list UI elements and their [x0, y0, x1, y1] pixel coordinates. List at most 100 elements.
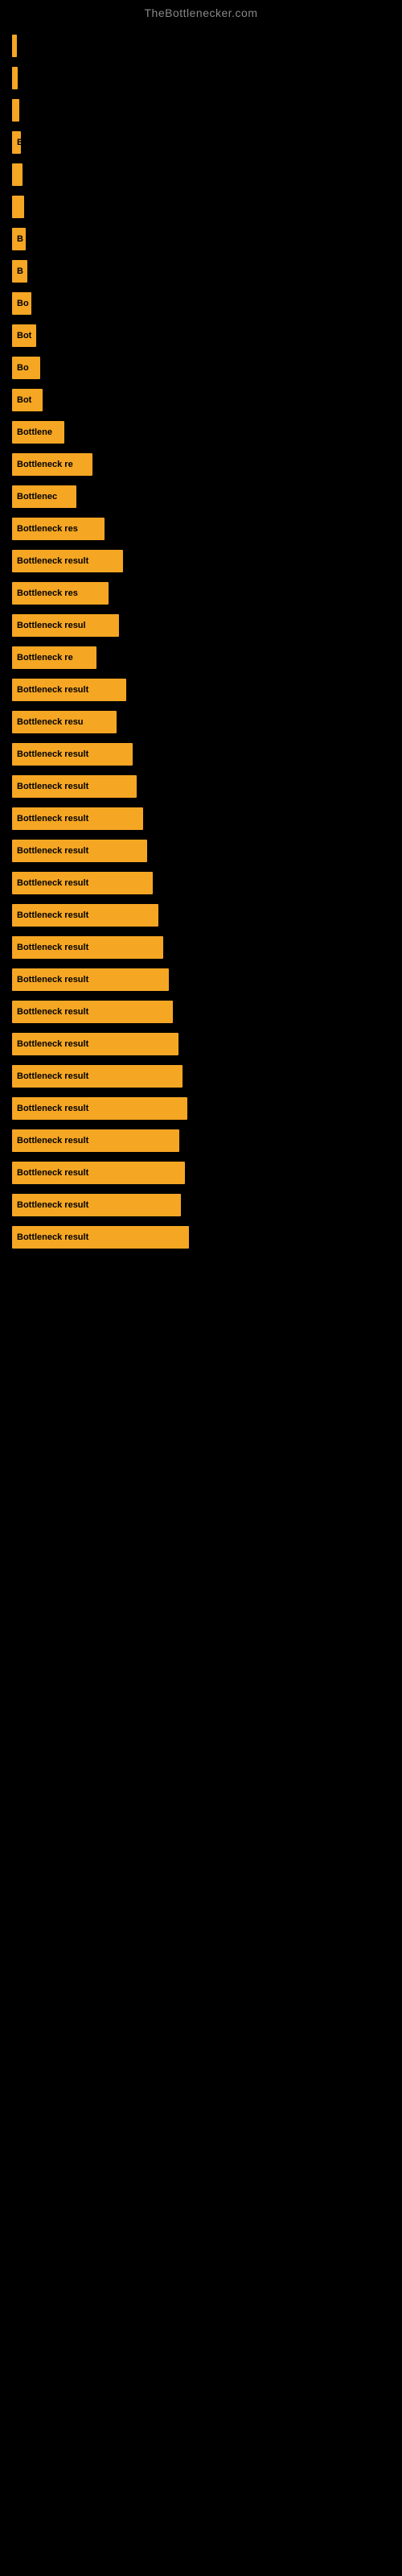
site-title: TheBottlenecker.com	[0, 0, 402, 23]
bar: Bottleneck result	[12, 840, 147, 862]
bar: B	[12, 260, 27, 283]
bar-row: Bottlene	[12, 417, 394, 448]
bar: Bottleneck result	[12, 1162, 185, 1184]
bar: Bo	[12, 292, 31, 315]
bar: Bottleneck res	[12, 518, 105, 540]
bar-label: Bottleneck result	[17, 1232, 88, 1242]
bar-label: Bot	[17, 331, 31, 341]
bar-row	[12, 31, 394, 61]
bar-row: Bottleneck result	[12, 1190, 394, 1220]
bar-label: Bottleneck resul	[17, 621, 86, 630]
bar-row: Bo	[12, 353, 394, 383]
bar-row	[12, 95, 394, 126]
bar-label: Bottleneck res	[17, 588, 78, 598]
bar-row: B	[12, 256, 394, 287]
bar-label: Bottleneck result	[17, 1104, 88, 1113]
bar-row: Bottleneck result	[12, 964, 394, 995]
bar-row: Bottleneck result	[12, 546, 394, 576]
bar-label: Bottleneck result	[17, 782, 88, 791]
bar: Bottleneck result	[12, 1033, 178, 1055]
bar-label: Bottleneck result	[17, 878, 88, 888]
bar-label: Bottleneck resu	[17, 717, 84, 727]
bar: Bottleneck resu	[12, 711, 117, 733]
bar-label: Bottleneck result	[17, 1007, 88, 1017]
bar-label: Bottleneck result	[17, 685, 88, 695]
bar-row: Bottleneck result	[12, 803, 394, 834]
bar: Bottleneck re	[12, 453, 92, 476]
bar-row	[12, 159, 394, 190]
bar-label: Bottleneck res	[17, 524, 78, 534]
bar-row: Bottleneck result	[12, 1222, 394, 1253]
bar-label: B	[17, 138, 21, 147]
bar-row: Bottleneck res	[12, 514, 394, 544]
bar: Bottleneck re	[12, 646, 96, 669]
bar-label: Bottleneck re	[17, 653, 73, 663]
bar-row: Bottleneck result	[12, 1093, 394, 1124]
bar-label: Bottleneck result	[17, 943, 88, 952]
bar: Bottleneck result	[12, 1065, 183, 1088]
bar: Bottlenec	[12, 485, 76, 508]
bar-row: Bottleneck result	[12, 1029, 394, 1059]
bar-label: Bo	[17, 299, 29, 308]
bar-row: Bot	[12, 320, 394, 351]
bar-row: Bottleneck re	[12, 642, 394, 673]
bar-label: Bottleneck result	[17, 1168, 88, 1178]
bar: Bo	[12, 357, 40, 379]
bar: Bottleneck res	[12, 582, 109, 605]
bar: Bottleneck result	[12, 679, 126, 701]
bar-label: Bottleneck result	[17, 814, 88, 824]
bar: Bottleneck result	[12, 904, 158, 927]
bar-row	[12, 192, 394, 222]
bar-label: Bo	[17, 363, 29, 373]
bar-label: Bottlenec	[17, 492, 57, 502]
bar: Bot	[12, 389, 43, 411]
bar-label: Bottleneck result	[17, 1136, 88, 1146]
bar-label: Bottleneck result	[17, 1071, 88, 1081]
bar-row: B	[12, 224, 394, 254]
bar	[12, 99, 19, 122]
bar-row: Bottlenec	[12, 481, 394, 512]
bar: Bottleneck result	[12, 872, 153, 894]
bar: Bottleneck result	[12, 1097, 187, 1120]
bar: B	[12, 131, 21, 154]
bar	[12, 163, 23, 186]
bar-row: Bottleneck result	[12, 900, 394, 931]
bar: Bottleneck result	[12, 1129, 179, 1152]
bar-row: Bo	[12, 288, 394, 319]
bar	[12, 196, 24, 218]
bar-label: Bottleneck result	[17, 975, 88, 985]
bar-label: Bottleneck result	[17, 556, 88, 566]
bar: Bottleneck result	[12, 550, 123, 572]
bar: Bottleneck result	[12, 775, 137, 798]
bar-row: Bottleneck result	[12, 932, 394, 963]
bar-label: B	[17, 266, 23, 276]
bar-row: Bottleneck result	[12, 836, 394, 866]
bar	[12, 35, 17, 57]
bar-row: Bottleneck res	[12, 578, 394, 609]
bar-row: Bot	[12, 385, 394, 415]
bar: Bottleneck result	[12, 1001, 173, 1023]
bar-row: Bottleneck result	[12, 739, 394, 770]
bar: Bottleneck result	[12, 743, 133, 766]
bar: Bottleneck result	[12, 1226, 189, 1249]
bar-label: Bottleneck result	[17, 846, 88, 856]
bar-row: Bottleneck re	[12, 449, 394, 480]
bar-row: Bottleneck resul	[12, 610, 394, 641]
bar: Bot	[12, 324, 36, 347]
bar-label: Bottleneck result	[17, 1200, 88, 1210]
bars-container: B B B Bo Bot Bo Bot Bottlene Bottleneck re Bottle…	[0, 23, 402, 1262]
bar: Bottleneck result	[12, 936, 163, 959]
bar: Bottleneck result	[12, 968, 169, 991]
bar-row: Bottleneck result	[12, 1158, 394, 1188]
bar: Bottlene	[12, 421, 64, 444]
bar-label: Bottlene	[17, 427, 52, 437]
bar	[12, 67, 18, 89]
bar-label: Bottleneck result	[17, 749, 88, 759]
bar-row	[12, 63, 394, 93]
bar-row: Bottleneck result	[12, 997, 394, 1027]
bar-row: Bottleneck result	[12, 868, 394, 898]
bar: Bottleneck result	[12, 807, 143, 830]
bar-label: B	[17, 234, 23, 244]
bar-row: Bottleneck resu	[12, 707, 394, 737]
bar-label: Bottleneck result	[17, 1039, 88, 1049]
